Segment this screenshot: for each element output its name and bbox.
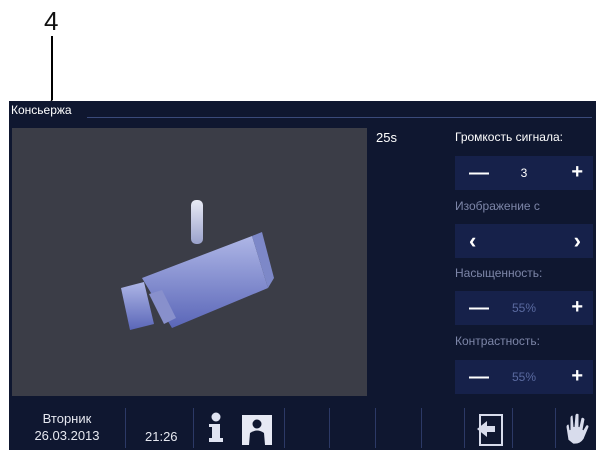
clock: 21:26 [145, 429, 178, 444]
image-next-button[interactable]: › [574, 228, 581, 254]
divider [512, 408, 513, 448]
image-prev-button[interactable]: ‹ [469, 228, 476, 254]
intercom-screen: Консьержа 25s Громкость сигнала: — 3 + И… [9, 101, 596, 450]
end-call-button[interactable] [559, 410, 593, 448]
page-title: Консьержа [11, 103, 72, 117]
volume-label: Громкость сигнала: [455, 130, 563, 144]
title-bar: Консьержа [9, 101, 596, 119]
concierge-button[interactable] [241, 414, 273, 446]
info-icon [209, 412, 223, 442]
saturation-control: — 55% + [455, 291, 593, 325]
date: 26.03.2013 [34, 428, 100, 443]
weekday: Вторник [42, 411, 92, 426]
info-button[interactable] [203, 410, 229, 446]
divider [375, 408, 376, 448]
camera-icon [121, 200, 274, 330]
divider [421, 408, 422, 448]
contrast-label: Контрастность: [455, 334, 541, 348]
divider [125, 408, 126, 448]
divider [284, 408, 285, 448]
divider [193, 408, 194, 448]
contrast-plus-button[interactable]: + [571, 365, 583, 388]
divider [555, 408, 556, 448]
person-icon [242, 415, 272, 445]
exit-icon [477, 414, 503, 446]
divider [464, 408, 465, 448]
volume-control: — 3 + [455, 156, 593, 190]
image-source-label: Изображение с [455, 199, 540, 213]
exit-button[interactable] [473, 412, 507, 448]
video-area[interactable] [12, 128, 367, 396]
saturation-plus-button[interactable]: + [571, 296, 583, 319]
status-bar: Вторник 26.03.2013 21:26 [9, 404, 596, 450]
title-divider [87, 117, 592, 118]
hand-icon [565, 412, 590, 445]
divider [329, 408, 330, 448]
image-source-control: ‹ › [455, 224, 593, 258]
call-timer: 25s [376, 130, 397, 145]
saturation-label: Насыщенность: [455, 266, 543, 280]
volume-plus-button[interactable]: + [571, 161, 583, 184]
contrast-control: — 55% + [455, 360, 593, 394]
